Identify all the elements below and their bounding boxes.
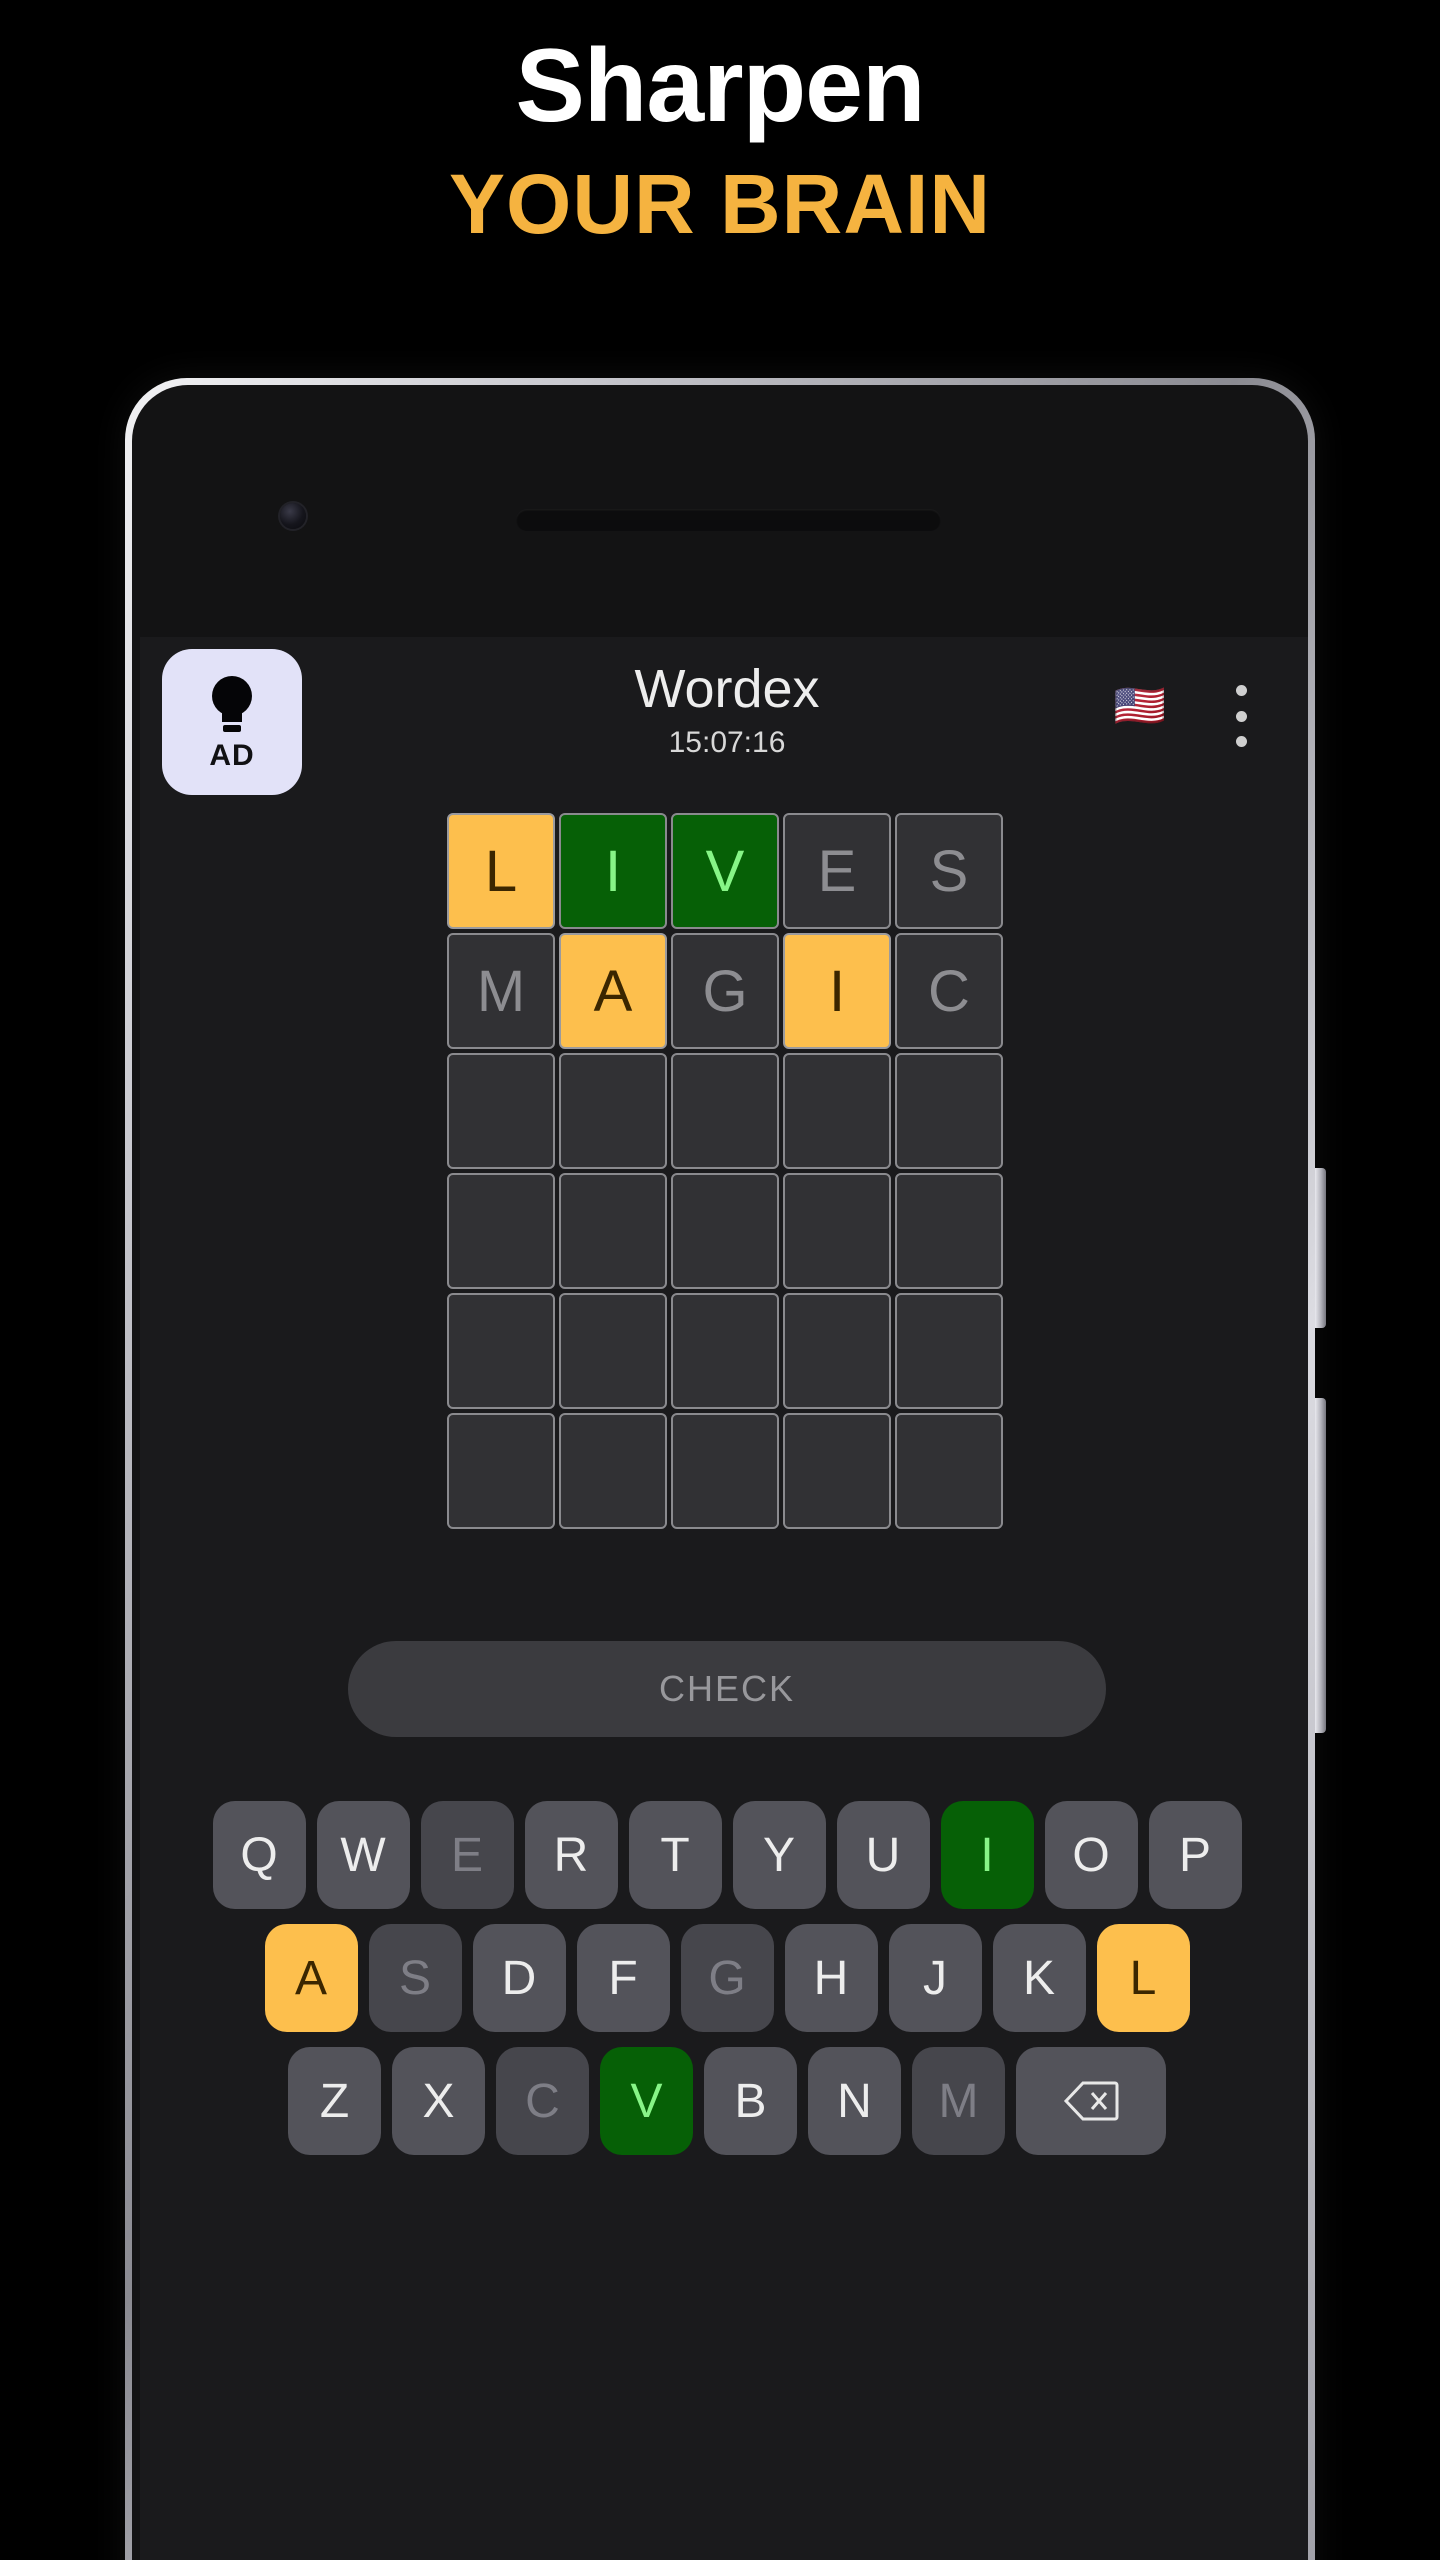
board-row: [447, 1173, 1007, 1289]
key-q[interactable]: Q: [212, 1801, 306, 1909]
board-cell: L: [447, 813, 555, 929]
key-s[interactable]: S: [368, 1924, 462, 2032]
board-cell: [559, 1173, 667, 1289]
keyboard-row: ASDFGHJKL: [197, 1924, 1257, 2032]
language-flag-icon[interactable]: 🇺🇸: [1114, 685, 1166, 727]
board-cell: [783, 1413, 891, 1529]
key-m[interactable]: M: [912, 2047, 1005, 2155]
key-r[interactable]: R: [524, 1801, 618, 1909]
board-cell: [447, 1293, 555, 1409]
board-cell: [895, 1413, 1003, 1529]
key-d[interactable]: D: [472, 1924, 566, 2032]
key-n[interactable]: N: [808, 2047, 901, 2155]
key-w[interactable]: W: [316, 1801, 410, 1909]
board-cell: [671, 1053, 779, 1169]
board-cell: A: [559, 933, 667, 1049]
board-cell: [895, 1293, 1003, 1409]
phone-bezel: AD Wordex 15:07:16 🇺🇸 LIVESMAGIC CHECK Q…: [132, 385, 1308, 2560]
key-t[interactable]: T: [628, 1801, 722, 1909]
board-cell: [559, 1293, 667, 1409]
board-cell: [895, 1053, 1003, 1169]
board-cell: C: [895, 933, 1003, 1049]
promo-headline-line1: Sharpen: [515, 28, 925, 144]
promo-screenshot: Sharpen YOUR BRAIN AD Wordex 15:07:16 🇺🇸…: [0, 0, 1440, 2560]
keyboard-row: ZXCVBNM: [197, 2047, 1257, 2155]
board-cell: S: [895, 813, 1003, 929]
key-h[interactable]: H: [784, 1924, 878, 2032]
board-cell: M: [447, 933, 555, 1049]
key-k[interactable]: K: [992, 1924, 1086, 2032]
key-i[interactable]: I: [940, 1801, 1034, 1909]
key-p[interactable]: P: [1148, 1801, 1242, 1909]
check-button[interactable]: CHECK: [348, 1641, 1106, 1737]
key-f[interactable]: F: [576, 1924, 670, 2032]
power-button[interactable]: [1315, 1168, 1326, 1328]
key-b[interactable]: B: [704, 2047, 797, 2155]
lightbulb-icon: [204, 671, 260, 737]
app-screen: AD Wordex 15:07:16 🇺🇸 LIVESMAGIC CHECK Q…: [140, 637, 1308, 2560]
key-j[interactable]: J: [888, 1924, 982, 2032]
board-cell: [447, 1173, 555, 1289]
game-timer: 15:07:16: [668, 725, 786, 759]
board-cell: [783, 1173, 891, 1289]
board-cell: [559, 1413, 667, 1529]
board-cell: [447, 1053, 555, 1169]
board-cell: V: [671, 813, 779, 929]
ad-button-label: AD: [209, 739, 255, 772]
board-cell: [671, 1413, 779, 1529]
promo-headline-line2: YOUR BRAIN: [448, 157, 991, 252]
board-cell: [671, 1293, 779, 1409]
earpiece-speaker-icon: [516, 509, 941, 531]
key-l[interactable]: L: [1096, 1924, 1190, 2032]
board-cell: [671, 1173, 779, 1289]
key-z[interactable]: Z: [288, 2047, 381, 2155]
board-cell: [895, 1173, 1003, 1289]
on-screen-keyboard: QWERTYUIOP ASDFGHJKL ZXCVBNM: [197, 1801, 1257, 2155]
board-row: [447, 1293, 1007, 1409]
key-e[interactable]: E: [420, 1801, 514, 1909]
key-x[interactable]: X: [392, 2047, 485, 2155]
key-v[interactable]: V: [600, 2047, 693, 2155]
board-cell: I: [783, 933, 891, 1049]
ad-hint-button[interactable]: AD: [162, 649, 302, 795]
promo-headline: Sharpen YOUR BRAIN: [0, 0, 1440, 253]
phone-device-frame: AD Wordex 15:07:16 🇺🇸 LIVESMAGIC CHECK Q…: [125, 378, 1326, 2560]
more-vertical-icon[interactable]: [1218, 681, 1264, 751]
app-header: AD Wordex 15:07:16 🇺🇸: [140, 637, 1308, 797]
wordle-board: LIVESMAGIC: [447, 813, 1007, 1529]
board-cell: [559, 1053, 667, 1169]
board-cell: G: [671, 933, 779, 1049]
board-cell: [447, 1413, 555, 1529]
backspace-icon[interactable]: [1016, 2047, 1166, 2155]
board-row: [447, 1053, 1007, 1169]
front-camera-icon: [280, 503, 306, 529]
key-y[interactable]: Y: [732, 1801, 826, 1909]
key-g[interactable]: G: [680, 1924, 774, 2032]
key-c[interactable]: C: [496, 2047, 589, 2155]
board-row: MAGIC: [447, 933, 1007, 1049]
board-cell: [783, 1053, 891, 1169]
board-cell: E: [783, 813, 891, 929]
board-cell: I: [559, 813, 667, 929]
keyboard-row: QWERTYUIOP: [197, 1801, 1257, 1909]
board-row: [447, 1413, 1007, 1529]
key-o[interactable]: O: [1044, 1801, 1138, 1909]
key-a[interactable]: A: [264, 1924, 358, 2032]
volume-rocker[interactable]: [1315, 1398, 1326, 1733]
board-row: LIVES: [447, 813, 1007, 929]
board-cell: [783, 1293, 891, 1409]
key-u[interactable]: U: [836, 1801, 930, 1909]
